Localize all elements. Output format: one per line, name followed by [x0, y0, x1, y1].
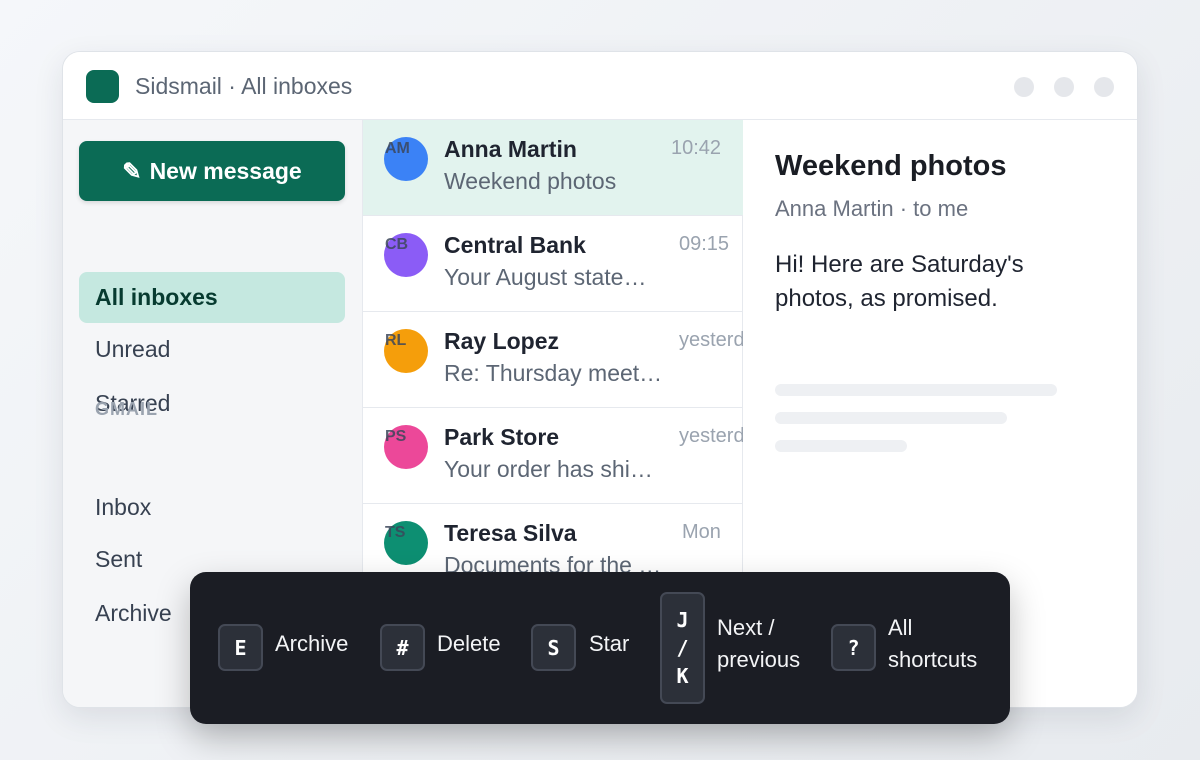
placeholder-line: [775, 440, 907, 452]
message-row[interactable]: RL Ray Lopez yesterday Re: Thursday meet…: [363, 312, 766, 408]
avatar: PS: [384, 425, 428, 469]
nav-item-label: All inboxes: [95, 284, 218, 310]
avatar: TS: [384, 521, 428, 565]
key-glyph: K: [676, 664, 689, 688]
key-cap: J / K: [660, 592, 705, 704]
nav-item-inbox[interactable]: Inbox: [79, 482, 345, 533]
message-sender: Anna Martin: [444, 136, 577, 162]
message-meta: Anna Martin · to me: [775, 196, 969, 221]
message-row[interactable]: CB Central Bank 09:15 Your August state…: [363, 216, 743, 312]
shortcut-label: Archive: [275, 631, 349, 656]
shortcut-label-line: previous: [717, 647, 801, 672]
message-preview: Your order has shi…: [444, 456, 653, 482]
pencil-icon: ✎: [122, 157, 142, 184]
nav-item-label: Sent: [95, 546, 143, 572]
message-sender: Teresa Silva: [444, 520, 577, 546]
key-cap: S: [531, 624, 576, 671]
nav-item-label: Inbox: [95, 494, 152, 520]
nav-item-all-inboxes[interactable]: All inboxes: [79, 272, 345, 323]
app-logo: [86, 70, 119, 103]
message-sender: Ray Lopez: [444, 328, 560, 354]
placeholder-line: [775, 412, 1007, 424]
keyboard-shortcuts-overlay: E Archive # Delete S Star J / K Next / p…: [190, 572, 1010, 724]
message-sender: Central Bank: [444, 232, 586, 258]
shortcut-label-line: All: [888, 615, 913, 640]
message-preview: Your August state…: [444, 264, 647, 290]
shortcut-label: All shortcuts: [888, 612, 977, 676]
avatar: CB: [384, 233, 428, 277]
section-heading-gmail: GMAIL: [95, 399, 158, 419]
message-row[interactable]: PS Park Store yesterday Your order has s…: [363, 408, 766, 504]
message-time: 09:15: [679, 233, 730, 255]
message-row[interactable]: AM Anna Martin 10:42 Weekend photos: [363, 120, 743, 216]
message-body: Hi! Here are Saturday's photos, as promi…: [775, 251, 1024, 312]
new-message-label: New message: [149, 157, 302, 184]
shortcut-label: Delete: [437, 631, 501, 656]
message-sender: Park Store: [444, 424, 560, 450]
message-subject: Weekend photos: [775, 150, 1007, 182]
shortcut-label-line: Next /: [717, 615, 775, 640]
message-preview: Weekend photos: [444, 168, 617, 194]
window-title: Sidsmail · All inboxes: [135, 73, 353, 99]
window-control-dot[interactable]: [1094, 77, 1114, 97]
placeholder-line: [775, 384, 1057, 396]
key-cap: #: [380, 624, 425, 671]
shortcut-label: Star: [589, 631, 630, 656]
window-control-dot[interactable]: [1014, 77, 1034, 97]
key-glyph: /: [676, 636, 689, 660]
nav-item-unread[interactable]: Unread: [79, 324, 345, 375]
key-cap: ?: [831, 624, 876, 671]
key-cap: E: [218, 624, 263, 671]
window-control-dot[interactable]: [1054, 77, 1074, 97]
message-preview: Re: Thursday meet…: [444, 360, 663, 386]
new-message-button[interactable]: ✎ New message: [79, 141, 345, 201]
nav-item-label: Unread: [95, 336, 171, 362]
avatar: AM: [384, 137, 428, 181]
avatar: RL: [384, 329, 428, 373]
message-time: 10:42: [671, 137, 722, 159]
shortcut-label-line: shortcuts: [888, 647, 978, 672]
key-glyph: J: [676, 608, 689, 632]
message-time: Mon: [682, 521, 721, 543]
nav-item-label: Archive: [95, 600, 172, 626]
title-bar: Sidsmail · All inboxes: [63, 52, 1137, 120]
shortcut-label: Next / previous: [717, 612, 800, 676]
